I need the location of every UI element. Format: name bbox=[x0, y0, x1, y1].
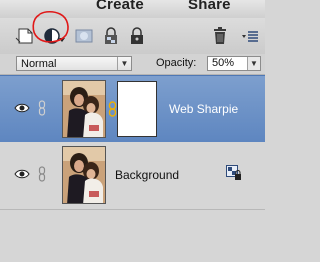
layer-thumbnail[interactable] bbox=[62, 80, 106, 138]
blend-mode-dropdown[interactable]: Normal ▼ bbox=[16, 56, 132, 71]
share-tab[interactable]: Share bbox=[188, 0, 231, 13]
layer-name: Background bbox=[115, 168, 180, 182]
layer-name: Web Sharpie bbox=[169, 102, 239, 116]
layers-toolbar bbox=[0, 18, 265, 55]
lock-all-icon[interactable] bbox=[126, 26, 148, 46]
layer-row-web-sharpie[interactable]: Web Sharpie bbox=[0, 75, 265, 143]
top-tab-bar: Create Share bbox=[0, 0, 265, 18]
opacity-value: 50% bbox=[212, 57, 235, 69]
chevron-down-icon: ▼ bbox=[117, 57, 131, 70]
trash-icon[interactable] bbox=[209, 26, 231, 46]
eye-icon[interactable] bbox=[14, 102, 30, 114]
layer-thumbnail[interactable] bbox=[62, 146, 106, 204]
eye-icon[interactable] bbox=[14, 168, 30, 180]
link-icon[interactable] bbox=[38, 166, 46, 182]
blend-mode-value: Normal bbox=[21, 58, 57, 70]
opacity-field[interactable]: 50% ▼ bbox=[207, 56, 261, 71]
mask-icon[interactable] bbox=[73, 26, 95, 46]
blend-opacity-row: Normal ▼ Opacity: 50% ▼ bbox=[0, 54, 265, 75]
lock-transparent-icon[interactable] bbox=[100, 26, 122, 46]
adjustment-layer-icon[interactable] bbox=[42, 26, 65, 46]
link-icon[interactable] bbox=[38, 100, 46, 116]
new-layer-icon[interactable] bbox=[14, 26, 36, 46]
opacity-label: Opacity: bbox=[156, 57, 197, 69]
panel-menu-icon[interactable] bbox=[238, 26, 260, 46]
layer-mask-thumbnail[interactable] bbox=[117, 81, 157, 137]
mask-link-icon[interactable] bbox=[108, 101, 117, 117]
layer-row-background[interactable]: Background bbox=[0, 142, 265, 210]
create-tab[interactable]: Create bbox=[96, 0, 144, 13]
lock-badge-icon bbox=[226, 165, 241, 180]
layers-panel-empty-area bbox=[0, 210, 265, 262]
chevron-down-icon[interactable]: ▼ bbox=[247, 57, 260, 70]
